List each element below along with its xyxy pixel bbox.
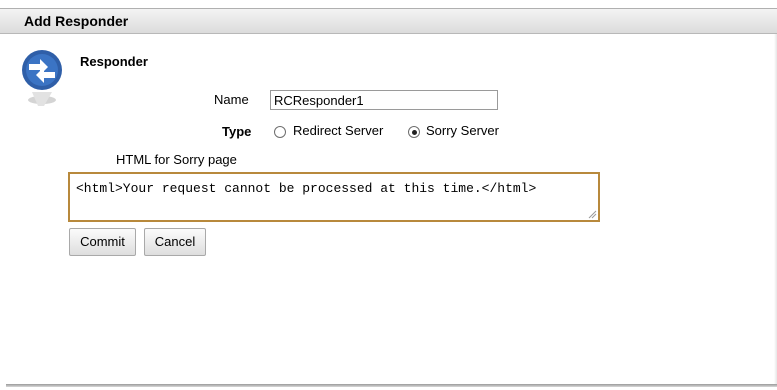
- sorry-server-label[interactable]: Sorry Server: [426, 123, 499, 138]
- section-title: Responder: [80, 54, 148, 69]
- redirect-server-label[interactable]: Redirect Server: [293, 123, 383, 138]
- dialog-bottom-edge: [6, 384, 777, 387]
- sorry-server-radio[interactable]: [408, 126, 420, 138]
- name-input[interactable]: [270, 90, 498, 110]
- resize-grip-icon[interactable]: [588, 210, 597, 219]
- dialog-title: Add Responder: [24, 13, 129, 29]
- dialog-titlebar: Add Responder: [0, 8, 777, 34]
- responder-logo-icon: [22, 50, 62, 106]
- html-sorry-page-label: HTML for Sorry page: [116, 152, 237, 167]
- type-label: Type: [222, 124, 252, 139]
- html-sorry-page-textarea[interactable]: <html>Your request cannot be processed a…: [68, 172, 600, 222]
- add-responder-dialog: Add Responder Responder Name Type Redire…: [0, 0, 777, 390]
- cancel-button[interactable]: Cancel: [144, 228, 206, 256]
- commit-button[interactable]: Commit: [69, 228, 136, 256]
- name-label: Name: [214, 92, 249, 107]
- redirect-server-radio[interactable]: [274, 126, 286, 138]
